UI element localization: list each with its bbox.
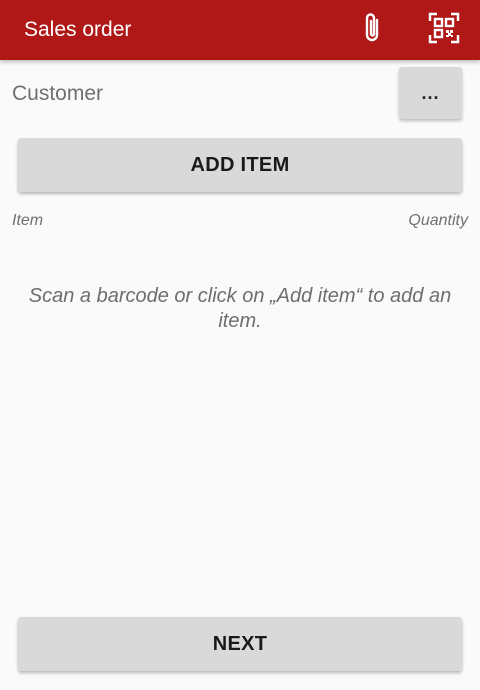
sales-order-screen: Sales order Customer ... ADD ITEM Item Q…: [0, 0, 480, 690]
customer-picker-button[interactable]: ...: [399, 67, 462, 119]
empty-list-message: Scan a barcode or click on „Add item“ to…: [28, 285, 452, 332]
scan-qr-button[interactable]: [424, 10, 464, 50]
attach-button[interactable]: [352, 10, 392, 50]
column-header-quantity: Quantity: [408, 212, 468, 229]
paperclip-icon: [361, 11, 383, 50]
qr-code-icon: [428, 12, 460, 49]
page-title: Sales order: [24, 18, 132, 41]
toolbar: Sales order: [0, 0, 480, 60]
add-item-button[interactable]: ADD ITEM: [18, 138, 462, 192]
column-header-item: Item: [12, 212, 44, 229]
next-button[interactable]: NEXT: [18, 617, 462, 671]
customer-label: Customer: [12, 82, 104, 105]
